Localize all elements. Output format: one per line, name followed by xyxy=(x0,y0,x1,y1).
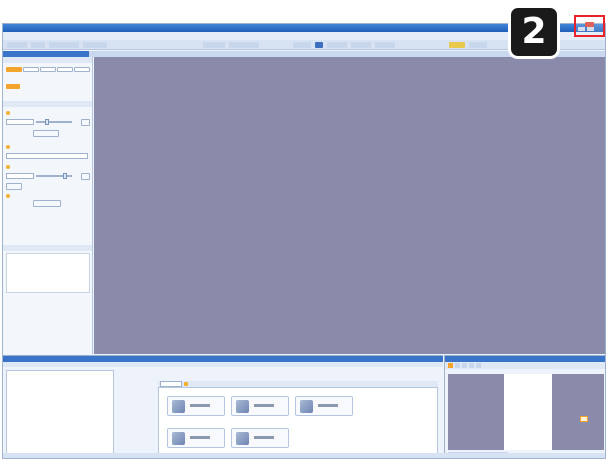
tool-icon xyxy=(172,400,185,413)
tile-label xyxy=(318,404,338,407)
tile-label xyxy=(254,404,274,407)
navigator-button[interactable] xyxy=(469,363,474,368)
navigator-button[interactable] xyxy=(455,363,460,368)
toolbar-button[interactable] xyxy=(7,42,27,48)
tool-icon xyxy=(236,432,249,445)
action-tile[interactable] xyxy=(167,396,225,416)
property-list xyxy=(6,253,90,293)
value-field[interactable] xyxy=(6,173,34,179)
option-button[interactable] xyxy=(6,183,22,190)
tile-label xyxy=(254,436,274,439)
tile-label xyxy=(190,436,210,439)
step-number-badge: 2 xyxy=(508,5,560,59)
bullet-icon xyxy=(6,111,10,115)
panel-header xyxy=(3,57,92,63)
highlight-box xyxy=(574,15,605,37)
toolbar-button[interactable] xyxy=(31,42,45,48)
mode-button[interactable] xyxy=(6,67,22,72)
panel-section-header xyxy=(3,245,92,251)
action-tile[interactable] xyxy=(295,396,353,416)
toolbar-button[interactable] xyxy=(315,42,323,48)
tile-label xyxy=(190,404,210,407)
navigator-button[interactable] xyxy=(476,363,481,368)
bullet-icon xyxy=(6,145,10,149)
dropdown-select[interactable] xyxy=(6,153,88,159)
folder-icon xyxy=(184,382,188,386)
view-frame[interactable] xyxy=(580,416,588,422)
page-thumbnail xyxy=(504,374,588,450)
bullet-icon xyxy=(6,194,10,198)
apply-button[interactable] xyxy=(33,200,61,207)
tool-icon xyxy=(236,400,249,413)
tutorial-screenshot: 2 xyxy=(0,0,606,459)
apply-button[interactable] xyxy=(33,130,59,137)
navigator-panel xyxy=(444,355,605,458)
toolbar-button[interactable] xyxy=(375,42,395,48)
panel-section-header xyxy=(3,101,92,107)
toolbar-button[interactable] xyxy=(229,42,259,48)
toolbar-button[interactable] xyxy=(49,42,79,48)
mode-button[interactable] xyxy=(23,67,39,72)
stepper-button[interactable] xyxy=(81,173,90,180)
action-tile[interactable] xyxy=(167,428,225,448)
slider-handle[interactable] xyxy=(45,119,49,125)
toolbar-button[interactable] xyxy=(351,42,371,48)
left-side-panel xyxy=(3,57,93,354)
canvas-work-area[interactable] xyxy=(94,57,605,354)
action-tile-grid xyxy=(158,387,438,457)
action-tile[interactable] xyxy=(231,396,289,416)
navigator-toolbar xyxy=(445,362,605,369)
navigator-button[interactable] xyxy=(462,363,467,368)
tool-icon xyxy=(300,400,313,413)
bullet-icon xyxy=(6,165,10,169)
selected-option[interactable] xyxy=(6,84,20,89)
toolbar-button[interactable] xyxy=(327,42,347,48)
application-window xyxy=(2,23,606,459)
action-tile[interactable] xyxy=(231,428,289,448)
status-bar xyxy=(3,453,605,458)
toolbar-button[interactable] xyxy=(449,42,465,48)
mode-button[interactable] xyxy=(57,67,73,72)
mode-button[interactable] xyxy=(40,67,56,72)
stepper-button[interactable] xyxy=(81,119,90,126)
navigator-preview[interactable] xyxy=(448,374,604,450)
bottom-panel xyxy=(3,355,443,458)
toolbar-button[interactable] xyxy=(83,42,107,48)
toolbar-button[interactable] xyxy=(469,42,487,48)
navigator-button[interactable] xyxy=(448,363,453,368)
slider-handle[interactable] xyxy=(63,173,67,179)
panel-subheader xyxy=(3,362,443,367)
value-field[interactable] xyxy=(6,119,34,125)
toolbar-button[interactable] xyxy=(203,42,225,48)
zoom-slider[interactable] xyxy=(36,121,72,123)
mode-button[interactable] xyxy=(74,67,90,72)
description-box xyxy=(6,370,114,458)
tool-icon xyxy=(172,432,185,445)
toolbar-button[interactable] xyxy=(293,42,311,48)
